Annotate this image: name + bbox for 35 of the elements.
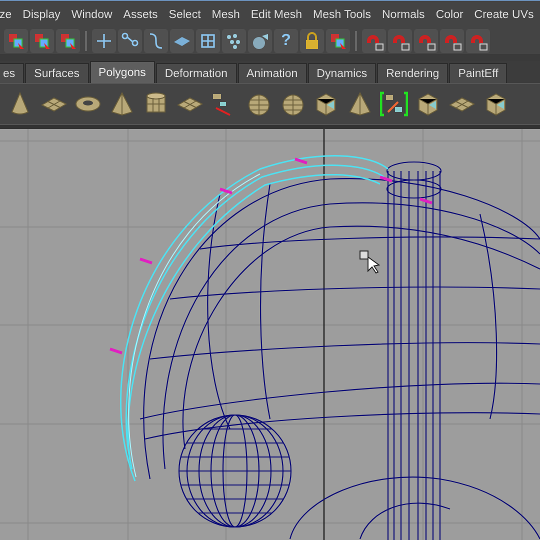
menu-item[interactable]: Edit Mesh	[245, 8, 308, 20]
menu-item[interactable]: Create UVs	[468, 8, 540, 20]
menu-item[interactable]: Select	[163, 8, 206, 20]
menu-item[interactable]: Mesh Tools	[308, 8, 376, 20]
magnet-icon[interactable]	[466, 29, 490, 53]
magnet-icon[interactable]	[362, 29, 386, 53]
shelf-tab[interactable]: Rendering	[377, 63, 448, 83]
cursor-icon	[360, 250, 380, 274]
menu-item[interactable]: ze	[0, 8, 18, 20]
magnet-icon[interactable]	[440, 29, 464, 53]
lattice-icon[interactable]	[196, 29, 220, 53]
lock-icon[interactable]	[300, 29, 324, 53]
particles-icon[interactable]	[222, 29, 246, 53]
menu-item[interactable]: Window	[66, 8, 118, 20]
shelf-tab[interactable]: es	[0, 63, 24, 83]
shelf-tab[interactable]: Surfaces	[25, 63, 89, 83]
viewport[interactable]	[0, 129, 540, 540]
menu-item[interactable]: Mesh	[206, 8, 246, 20]
menu-item[interactable]: Color	[430, 8, 469, 20]
vertex-icon[interactable]	[118, 29, 142, 53]
magnet-icon[interactable]	[414, 29, 438, 53]
shelf-tab[interactable]: Animation	[238, 63, 307, 83]
menu-item[interactable]: Assets	[118, 8, 164, 20]
menu-item[interactable]: Normals	[376, 8, 430, 20]
select-box-icon[interactable]	[326, 29, 350, 53]
shelf-tab[interactable]: Deformation	[156, 63, 236, 83]
shelf-tab[interactable]: PaintEff	[449, 63, 508, 83]
plane-icon[interactable]	[170, 29, 194, 53]
shelf-tab[interactable]: Polygons	[90, 61, 155, 83]
shelf-tab[interactable]: Dynamics	[308, 63, 376, 83]
curve-icon[interactable]	[144, 29, 168, 53]
help-button[interactable]: ?	[274, 29, 298, 53]
magnet-icon[interactable]	[388, 29, 412, 53]
menu-item[interactable]: Display	[17, 8, 66, 20]
plus-icon[interactable]	[92, 29, 116, 53]
